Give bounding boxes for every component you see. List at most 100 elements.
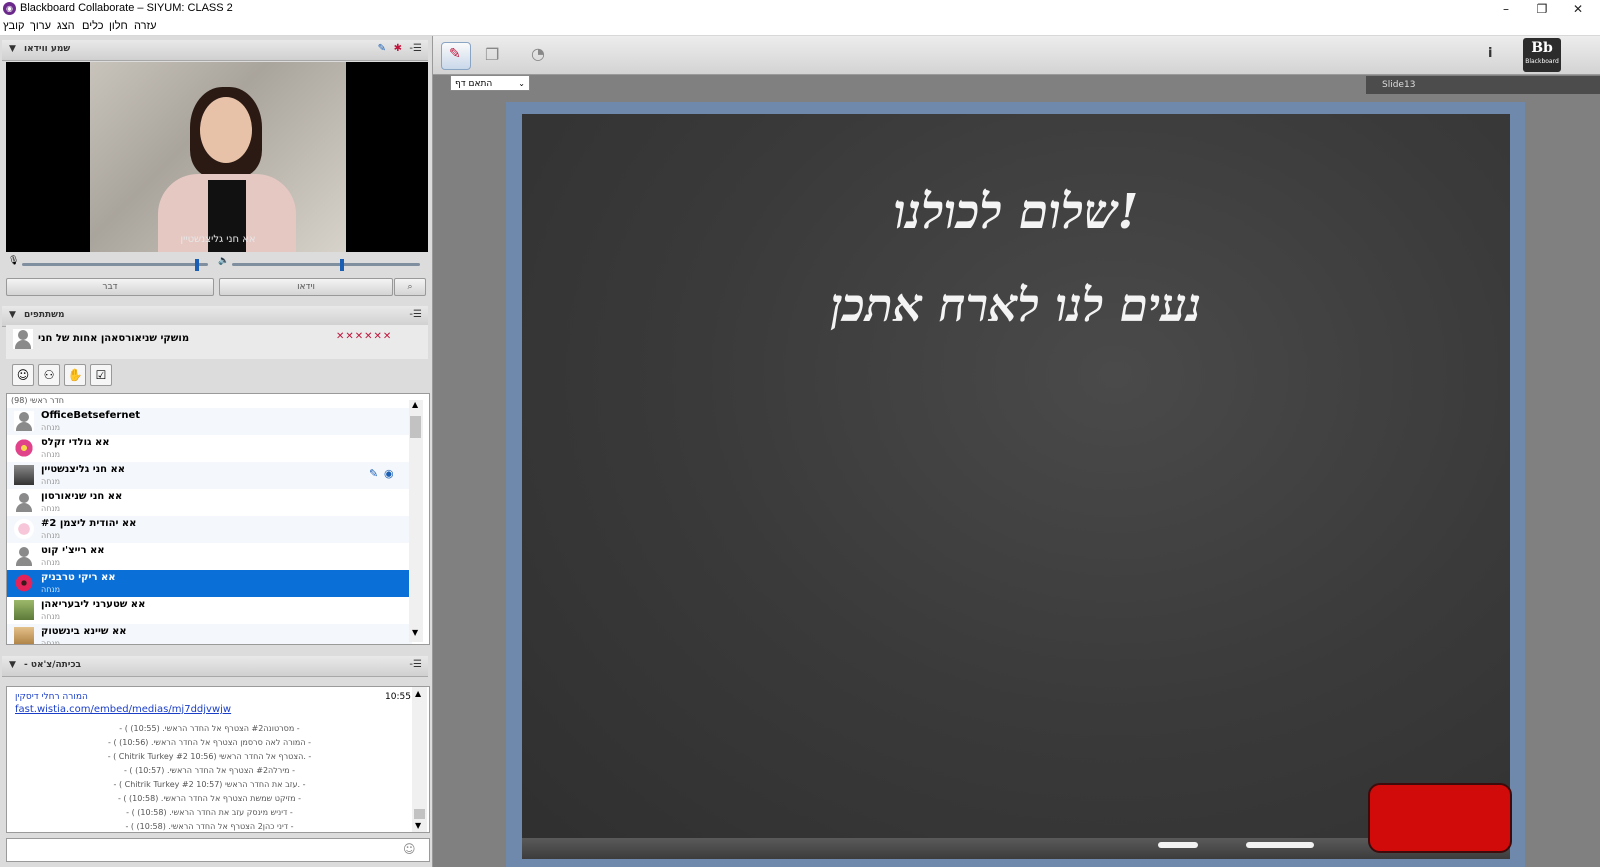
participant-row[interactable]: אא גולדי זקלס מנחה: [7, 435, 412, 462]
mic-volume-thumb[interactable]: [195, 259, 199, 271]
basket-avatar-icon: [14, 627, 34, 644]
menu-file[interactable]: קובץ: [3, 20, 24, 32]
zoom-select[interactable]: התאם דף ⌄: [450, 75, 530, 91]
participant-role: מנחה: [41, 585, 61, 594]
whiteboard-pen-icon: ✎: [449, 46, 461, 62]
info-icon[interactable]: i: [1488, 46, 1492, 61]
whiteboard-toolbar: ✎ ❐ ◔ i Bb Blackboard: [433, 36, 1600, 75]
chat-system-message: - ( דיני כהן2 הצטרף אל החדר הראשי. (10:5…: [125, 822, 294, 831]
close-button[interactable]: ✕: [1560, 0, 1596, 18]
chalk-line-2: נעים לנו לארח אתכן: [830, 278, 1202, 332]
menu-window[interactable]: חלון: [109, 20, 128, 32]
chalk-line-1: שלום לכולנו!: [893, 184, 1139, 240]
emoticon-button[interactable]: ☺: [12, 364, 34, 386]
menu-tools[interactable]: כלים: [82, 20, 103, 32]
collapse-icon[interactable]: ▼: [9, 44, 16, 54]
participant-name: אא ריקי טרבניק: [41, 572, 116, 583]
participant-row[interactable]: אא יהודית ליצמן #2 מנחה: [7, 516, 412, 543]
webcam-icon: ◉: [384, 467, 394, 480]
chat-system-message: - ( Chitrik Turkey #2 10:56) הצטרף אל הח…: [107, 752, 312, 761]
chevron-down-icon[interactable]: ⌄: [518, 76, 525, 92]
windows-icon: ❐: [485, 45, 500, 64]
talk-button[interactable]: דבר: [6, 278, 214, 296]
video-preview-button[interactable]: ⌕: [394, 278, 426, 296]
minimize-button[interactable]: –: [1488, 0, 1524, 18]
video-panel-title: שמע ווידאו: [24, 44, 71, 54]
chat-system-message: - ( Chitrik Turkey #2 10:57) עזב את החדר…: [113, 780, 306, 789]
mic-volume-slider[interactable]: [22, 263, 208, 266]
chat-scrollbar[interactable]: ▲ ▼: [412, 687, 427, 832]
chalk-piece: [1158, 842, 1198, 848]
scroll-down-icon[interactable]: ▼: [415, 821, 421, 830]
scroll-down-icon[interactable]: ▼: [412, 628, 418, 637]
camera-settings-icon[interactable]: ✱: [394, 43, 402, 54]
maximize-button[interactable]: ❐: [1524, 0, 1560, 18]
chalk-piece: [1246, 842, 1314, 848]
participants-panel-header[interactable]: ▼ משתתפים -☰: [2, 306, 428, 327]
title-bar: ◉ Blackboard Collaborate – SIYUM: CLASS …: [0, 0, 1600, 18]
chat-system-message: - ( מסרטונה#2 הצטרף אל החדר הראשי. (10:5…: [119, 724, 300, 733]
menu-view[interactable]: הצג: [57, 20, 75, 32]
chalkboard[interactable]: שלום לכולנו! נעים לנו לארח אתכן: [522, 114, 1510, 859]
collapse-icon[interactable]: ▼: [9, 660, 16, 670]
participant-list: חדר ראשי (98) OfficeBetsefernet מנחה אא …: [6, 393, 430, 645]
raise-hand-button[interactable]: ✋: [64, 364, 86, 386]
cartoon-avatar-icon: [14, 519, 34, 539]
slide-tab[interactable]: Slide13: [1366, 76, 1600, 94]
speaker-level-icon: 🔈: [218, 256, 230, 266]
poll-response-button[interactable]: ☑: [90, 364, 112, 386]
scrollbar-thumb[interactable]: [414, 809, 425, 819]
menu-help[interactable]: עזרה: [134, 20, 156, 32]
participant-row[interactable]: אא חני שניאורסון מנחה: [7, 489, 412, 516]
panel-menu-icon[interactable]: -☰: [409, 43, 422, 54]
emoticon-picker-icon[interactable]: ☺: [403, 842, 416, 856]
participant-row-selected[interactable]: אא ריקי טרבניק מנחה: [7, 570, 412, 597]
chat-panel-header[interactable]: ▼ - בכיתה/צ'אט -☰: [2, 656, 428, 677]
scrollbar-thumb[interactable]: [410, 416, 421, 438]
scroll-up-icon[interactable]: ▲: [412, 400, 418, 409]
participant-row[interactable]: אא חני גליצנשטיין מנחה ✎ ◉: [7, 462, 412, 489]
chalkboard-ledge: [522, 838, 1510, 859]
flower-avatar-icon: [14, 438, 34, 458]
participant-row[interactable]: אא שטערני ליבעריאהן מנחה: [7, 597, 412, 624]
chat-system-message: - ( מזיקט שמשת הצטרף אל החדר הראשי. (10:…: [117, 794, 302, 803]
whiteboard-mode-button[interactable]: ✎: [441, 42, 471, 70]
collapse-icon[interactable]: ▼: [9, 310, 16, 320]
permission-icons[interactable]: ✕✕✕✕✕✕: [336, 331, 392, 342]
globe-clock-icon: ◔: [531, 44, 545, 63]
blackboard-logo: Bb Blackboard: [1523, 38, 1561, 72]
participant-row[interactable]: OfficeBetsefernet מנחה: [7, 408, 412, 435]
video-button[interactable]: וידאו: [219, 278, 393, 296]
user-avatar-icon: [13, 329, 33, 349]
chat-link[interactable]: fast.wistia.com/embed/medias/mj7ddjvwjw: [15, 704, 231, 715]
step-away-button[interactable]: ⚇: [38, 364, 60, 386]
participants-scrollbar[interactable]: ▲ ▼: [409, 400, 423, 642]
participant-name: אא יהודית ליצמן #2: [41, 518, 137, 529]
participant-name: אא רייצ'י קוט: [41, 545, 105, 556]
participant-role: מנחה: [41, 558, 61, 567]
participant-role: מנחה: [41, 450, 61, 459]
blackboard-logo-mark: Bb: [1531, 40, 1553, 56]
app-logo-icon: ◉: [3, 2, 16, 15]
speaker-volume-slider[interactable]: [232, 263, 420, 266]
hand-icon: ✋: [67, 368, 83, 382]
participant-role: מנחה: [41, 639, 61, 645]
panel-menu-icon[interactable]: -☰: [409, 309, 422, 320]
chat-input[interactable]: ☺: [6, 838, 430, 862]
scroll-up-icon[interactable]: ▲: [415, 689, 421, 698]
family-avatar-icon: [14, 600, 34, 620]
mic-settings-icon[interactable]: ✎: [378, 43, 386, 54]
participant-row[interactable]: אא שיינא בינשטוק מנחה: [7, 624, 412, 645]
web-tour-button[interactable]: ◔: [525, 42, 553, 68]
flower-avatar-icon: [14, 573, 34, 593]
menu-edit[interactable]: ערוך: [30, 20, 51, 32]
video-feed: אא חני גליצנשטיין: [6, 62, 428, 252]
default-avatar-icon: [14, 492, 34, 512]
participant-name: אא חני גליצנשטיין: [41, 464, 126, 475]
video-panel-header[interactable]: ▼ שמע ווידאו ✎ ✱ -☰: [2, 40, 428, 61]
panel-menu-icon[interactable]: -☰: [409, 659, 422, 670]
current-user-row[interactable]: מושקי שניאורסאהן אחות של חני ✕✕✕✕✕✕: [6, 325, 428, 359]
speaker-volume-thumb[interactable]: [340, 259, 344, 271]
app-share-button[interactable]: ❐: [479, 42, 507, 68]
participant-row[interactable]: אא רייצ'י קוט מנחה: [7, 543, 412, 570]
